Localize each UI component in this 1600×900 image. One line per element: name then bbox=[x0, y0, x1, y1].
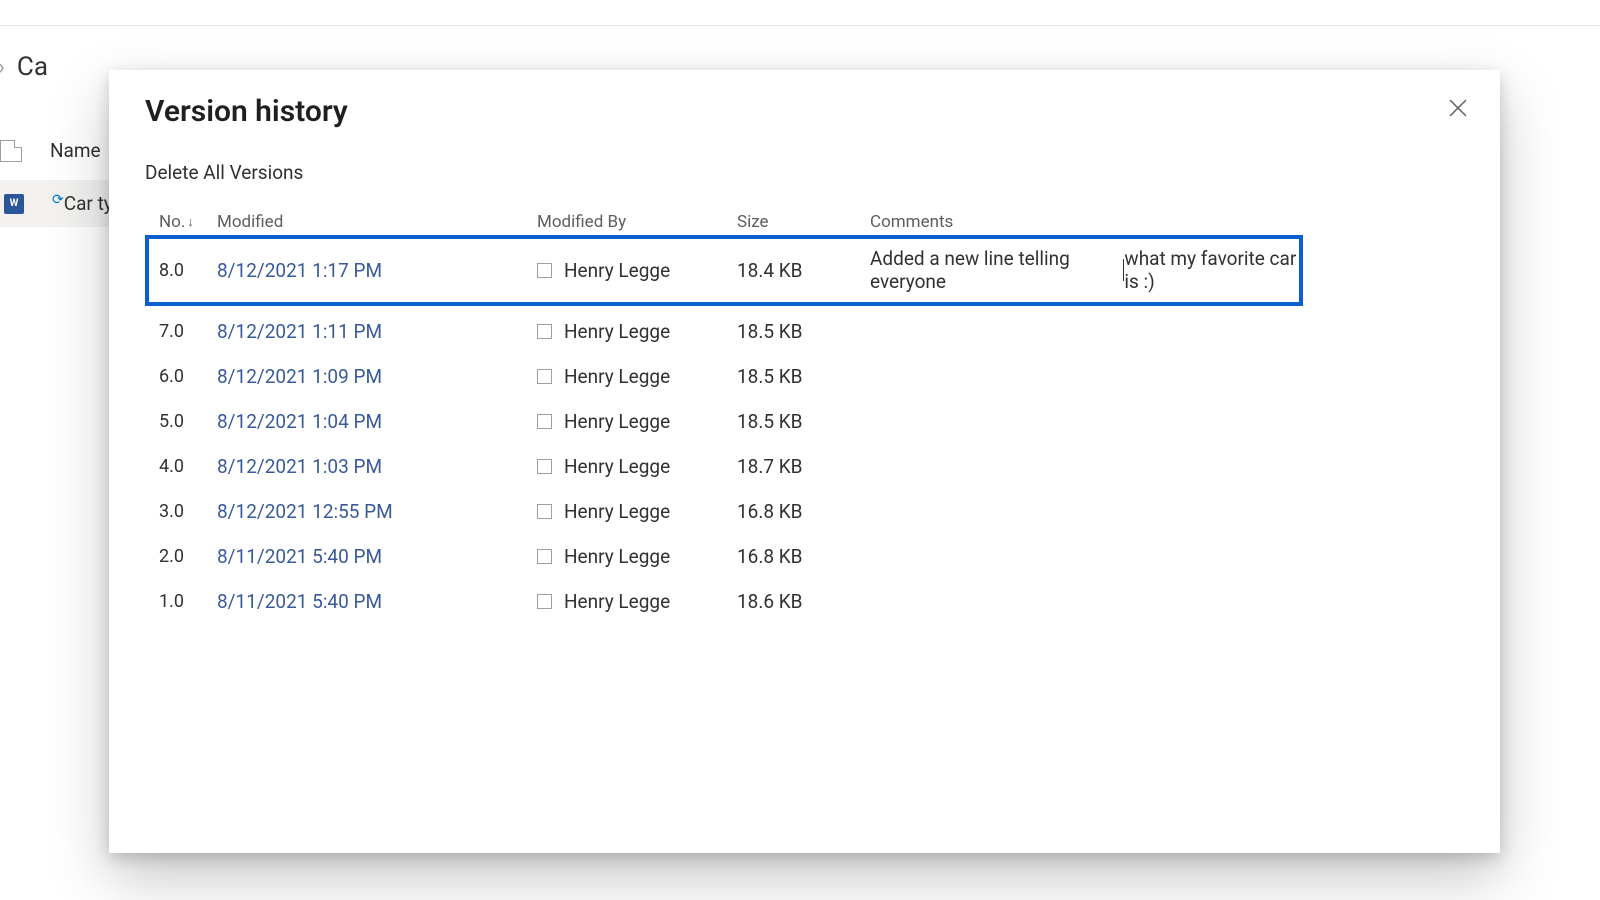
file-icon bbox=[0, 140, 22, 162]
modified-by: Henry Legge bbox=[537, 259, 737, 282]
user-name[interactable]: Henry Legge bbox=[564, 500, 670, 523]
presence-icon bbox=[537, 549, 552, 564]
presence-icon bbox=[537, 263, 552, 278]
modified-date-link[interactable]: 8/12/2021 1:11 PM bbox=[217, 320, 537, 343]
presence-icon bbox=[537, 459, 552, 474]
sync-icon: ⟳ bbox=[52, 192, 64, 208]
user-name[interactable]: Henry Legge bbox=[564, 365, 670, 388]
modified-date-link[interactable]: 8/12/2021 1:04 PM bbox=[217, 410, 537, 433]
modified-by: Henry Legge bbox=[537, 545, 737, 568]
user-name[interactable]: Henry Legge bbox=[564, 545, 670, 568]
word-doc-icon: W bbox=[4, 194, 24, 214]
close-button[interactable] bbox=[1438, 88, 1478, 128]
column-header-name[interactable]: Name bbox=[50, 139, 101, 162]
comment-text: Added a new line telling everyonewhat my… bbox=[870, 247, 1310, 293]
modified-date-link[interactable]: 8/12/2021 1:09 PM bbox=[217, 365, 537, 388]
version-table: No. ↓ Modified Modified By Size Comments… bbox=[145, 210, 1303, 624]
version-history-dialog: Version history Delete All Versions No. … bbox=[109, 70, 1500, 853]
modified-date-link[interactable]: 8/12/2021 1:03 PM bbox=[217, 455, 537, 478]
column-header-modified[interactable]: Modified bbox=[217, 212, 537, 232]
modified-by: Henry Legge bbox=[537, 500, 737, 523]
file-size: 18.7 KB bbox=[737, 455, 870, 478]
user-name[interactable]: Henry Legge bbox=[564, 259, 670, 282]
presence-icon bbox=[537, 594, 552, 609]
table-row[interactable]: 2.08/11/2021 5:40 PM Henry Legge 16.8 KB bbox=[145, 534, 1303, 579]
version-number: 2.0 bbox=[159, 546, 217, 567]
modified-by: Henry Legge bbox=[537, 365, 737, 388]
sort-descending-icon: ↓ bbox=[187, 214, 194, 230]
table-row[interactable]: 6.08/12/2021 1:09 PM Henry Legge 18.5 KB bbox=[145, 354, 1303, 399]
breadcrumb: nts › Ca bbox=[0, 52, 48, 82]
column-header-comments[interactable]: Comments bbox=[870, 212, 1310, 232]
modified-by: Henry Legge bbox=[537, 455, 737, 478]
dialog-title: Version history bbox=[145, 94, 1476, 129]
version-number: 8.0 bbox=[159, 260, 217, 281]
table-row[interactable]: 3.08/12/2021 12:55 PM Henry Legge 16.8 KB bbox=[145, 489, 1303, 534]
presence-icon bbox=[537, 324, 552, 339]
modified-by: Henry Legge bbox=[537, 410, 737, 433]
version-number: 1.0 bbox=[159, 591, 217, 612]
version-number: 5.0 bbox=[159, 411, 217, 432]
file-size: 18.5 KB bbox=[737, 410, 870, 433]
presence-icon bbox=[537, 414, 552, 429]
file-size: 18.4 KB bbox=[737, 259, 870, 282]
column-header-no[interactable]: No. ↓ bbox=[159, 212, 217, 232]
column-header-size[interactable]: Size bbox=[737, 212, 870, 232]
table-row[interactable]: 5.08/12/2021 1:04 PM Henry Legge 18.5 KB bbox=[145, 399, 1303, 444]
text-cursor-icon bbox=[1123, 259, 1124, 281]
version-number: 4.0 bbox=[159, 456, 217, 477]
user-name[interactable]: Henry Legge bbox=[564, 410, 670, 433]
presence-icon bbox=[537, 504, 552, 519]
file-size: 18.5 KB bbox=[737, 365, 870, 388]
file-size: 16.8 KB bbox=[737, 500, 870, 523]
table-row[interactable]: 1.08/11/2021 5:40 PM Henry Legge 18.6 KB bbox=[145, 579, 1303, 624]
table-row[interactable]: 4.08/12/2021 1:03 PM Henry Legge 18.7 KB bbox=[145, 444, 1303, 489]
file-size: 18.6 KB bbox=[737, 590, 870, 613]
close-icon bbox=[1449, 99, 1467, 117]
table-header: No. ↓ Modified Modified By Size Comments bbox=[145, 210, 1303, 237]
user-name[interactable]: Henry Legge bbox=[564, 590, 670, 613]
modified-date-link[interactable]: 8/11/2021 5:40 PM bbox=[217, 545, 537, 568]
divider bbox=[0, 25, 1600, 26]
modified-date-link[interactable]: 8/11/2021 5:40 PM bbox=[217, 590, 537, 613]
presence-icon bbox=[537, 369, 552, 384]
version-number: 7.0 bbox=[159, 321, 217, 342]
version-number: 6.0 bbox=[159, 366, 217, 387]
modified-date-link[interactable]: 8/12/2021 1:17 PM bbox=[217, 259, 537, 282]
column-header-modified-by[interactable]: Modified By bbox=[537, 212, 737, 232]
file-size: 16.8 KB bbox=[737, 545, 870, 568]
table-row[interactable]: 8.08/12/2021 1:17 PMHenry Legge18.4 KBAd… bbox=[145, 235, 1303, 306]
delete-all-versions-link[interactable]: Delete All Versions bbox=[145, 161, 303, 184]
table-row[interactable]: 7.08/12/2021 1:11 PM Henry Legge 18.5 KB bbox=[145, 309, 1303, 354]
chevron-right-icon: › bbox=[0, 55, 5, 80]
modified-by: Henry Legge bbox=[537, 320, 737, 343]
version-number: 3.0 bbox=[159, 501, 217, 522]
file-size: 18.5 KB bbox=[737, 320, 870, 343]
modified-by: Henry Legge bbox=[537, 590, 737, 613]
user-name[interactable]: Henry Legge bbox=[564, 455, 670, 478]
user-name[interactable]: Henry Legge bbox=[564, 320, 670, 343]
breadcrumb-segment[interactable]: Ca bbox=[17, 52, 48, 82]
modified-date-link[interactable]: 8/12/2021 12:55 PM bbox=[217, 500, 537, 523]
